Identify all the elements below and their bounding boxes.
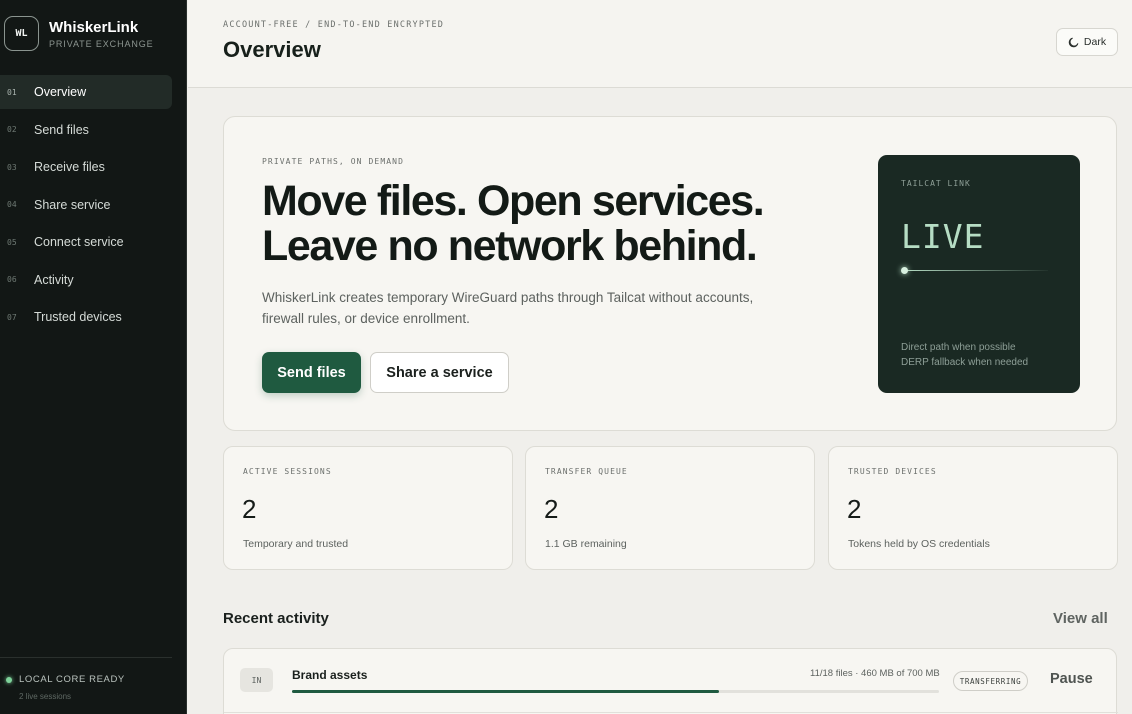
sidebar-item-connect-service[interactable]: 05 Connect service [0, 225, 172, 259]
nav-number: 02 [7, 125, 17, 134]
share-service-button[interactable]: Share a service [370, 352, 509, 393]
hero-title-line: Leave no network behind. [262, 222, 758, 270]
brand-logo: WL [4, 16, 39, 51]
hero-title: Move files. Open services. Leave no netw… [262, 179, 862, 269]
core-status-sub: 2 live sessions [19, 692, 72, 701]
stat-subtext: Tokens held by OS credentials [848, 538, 990, 550]
core-status: LOCAL CORE READY 2 live sessions [0, 657, 172, 701]
row-divider [224, 712, 1118, 713]
nav-number: 01 [7, 87, 17, 97]
sidebar-item-activity[interactable]: 06 Activity [0, 263, 172, 297]
hero-title-line: Move files. Open services. [262, 177, 765, 225]
stat-label: TRUSTED DEVICES [848, 467, 937, 476]
moon-icon [1068, 37, 1079, 47]
nav-number: 04 [7, 200, 17, 209]
nav-number: 03 [7, 162, 17, 172]
direction-badge: IN [240, 668, 273, 692]
hero-card: PRIVATE PATHS, ON DEMAND Move files. Ope… [223, 116, 1117, 431]
view-all-link[interactable]: View all [1053, 610, 1108, 627]
stat-subtext: 1.1 GB remaining [545, 538, 627, 550]
send-files-button[interactable]: Send files [262, 352, 361, 393]
nav-label: Overview [34, 85, 87, 99]
stat-label: TRANSFER QUEUE [545, 467, 628, 476]
sidebar-item-receive-files[interactable]: 03 Receive files [0, 150, 172, 184]
nav-label: Connect service [34, 235, 124, 249]
theme-toggle-button[interactable]: Dark [1056, 28, 1118, 56]
sidebar-item-share-service[interactable]: 04 Share service [0, 188, 172, 222]
stat-subtext: Temporary and trusted [243, 538, 349, 550]
sidebar-item-send-files[interactable]: 02 Send files [0, 113, 172, 147]
stat-value: 2 [847, 494, 862, 524]
hero-eyebrow: PRIVATE PATHS, ON DEMAND [262, 157, 404, 166]
status-dot-icon [6, 676, 12, 683]
transfer-name: Brand assets [292, 668, 368, 682]
link-note: Direct path when possible [901, 342, 1016, 353]
tailcat-link-card: TAILCAT LINK LIVE Direct path when possi… [878, 155, 1080, 393]
pause-button[interactable]: Pause [1050, 671, 1093, 687]
link-label: TAILCAT LINK [901, 179, 971, 188]
stat-value: 2 [242, 494, 257, 524]
sidebar-item-overview[interactable]: 01 Overview [0, 75, 172, 109]
transfer-progress-fill [292, 690, 720, 693]
nav-number: 07 [7, 312, 17, 322]
header-eyebrow: ACCOUNT-FREE / END-TO-END ENCRYPTED [223, 20, 445, 30]
activity-list: IN Brand assets 11/18 files · 460 MB of … [223, 648, 1118, 714]
link-signal-dot [901, 267, 908, 274]
page-header: ACCOUNT-FREE / END-TO-END ENCRYPTED Over… [188, 0, 1132, 88]
link-status-value: LIVE [901, 217, 985, 256]
nav-number: 06 [7, 275, 17, 284]
hero-description: WhiskerLink creates temporary WireGuard … [262, 290, 754, 326]
nav-label: Send files [34, 122, 89, 137]
nav-label: Receive files [34, 160, 105, 174]
nav-number: 05 [7, 237, 17, 247]
nav-label: Activity [34, 272, 74, 287]
sidebar-nav: 01 Overview 02 Send files 03 Receive fil… [0, 75, 187, 338]
link-note: DERP fallback when needed [901, 357, 1029, 368]
sidebar-item-trusted-devices[interactable]: 07 Trusted devices [0, 300, 172, 334]
nav-label: Trusted devices [34, 310, 122, 324]
brand-subtitle: PRIVATE EXCHANGE [49, 38, 154, 49]
brand[interactable]: WL WhiskerLink PRIVATE EXCHANGE [4, 16, 154, 51]
status-badge: TRANSFERRING [953, 671, 1028, 691]
sidebar: WL WhiskerLink PRIVATE EXCHANGE 01 Overv… [0, 0, 187, 714]
transfer-progress-bar [292, 690, 939, 693]
stat-card-trusted-devices: TRUSTED DEVICES 2 Tokens held by OS cred… [828, 446, 1118, 570]
stat-card-active-sessions: ACTIVE SESSIONS 2 Temporary and trusted [223, 446, 513, 570]
core-status-text: LOCAL CORE READY [19, 674, 125, 685]
transfer-meta: 11/18 files · 460 MB of 700 MB [810, 668, 940, 679]
recent-activity-title: Recent activity [223, 610, 329, 627]
page-title: Overview [223, 37, 321, 62]
stat-card-transfer-queue: TRANSFER QUEUE 2 1.1 GB remaining [525, 446, 815, 570]
theme-toggle-label: Dark [1083, 36, 1107, 48]
brand-name: WhiskerLink [49, 18, 139, 36]
nav-label: Share service [34, 197, 111, 212]
stat-value: 2 [544, 494, 559, 524]
stat-label: ACTIVE SESSIONS [243, 467, 332, 476]
link-signal-line [904, 270, 1048, 271]
